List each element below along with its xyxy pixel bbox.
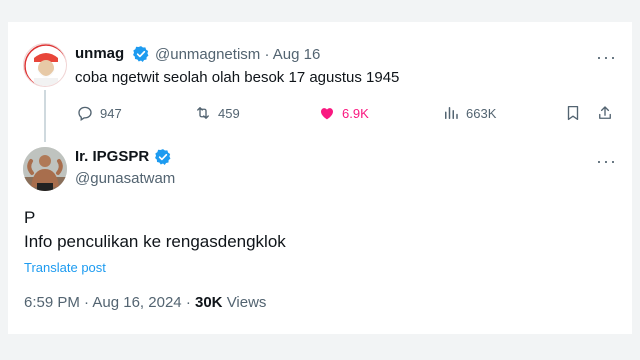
reply-avatar[interactable] bbox=[23, 147, 67, 191]
reply-button[interactable]: 947 bbox=[76, 104, 122, 122]
reply-avatar-image bbox=[23, 147, 67, 191]
parent-name[interactable]: unmag bbox=[75, 45, 124, 62]
share-button[interactable] bbox=[596, 104, 614, 122]
parent-avatar-image bbox=[24, 44, 66, 86]
separator-dot: · bbox=[185, 294, 191, 311]
tweet-card: unmag @unmagnetism · Aug 16 ··· coba nge… bbox=[8, 22, 632, 334]
views-count-bold: 30K bbox=[194, 294, 223, 311]
post-date[interactable]: Aug 16, 2024 bbox=[92, 294, 181, 311]
views-button[interactable]: 663K bbox=[442, 104, 496, 122]
like-count: 6.9K bbox=[342, 105, 369, 121]
views-icon bbox=[445, 107, 458, 119]
post-time[interactable]: 6:59 PM bbox=[24, 294, 80, 311]
translate-link[interactable]: Translate post bbox=[24, 260, 106, 275]
frame-top bbox=[0, 0, 640, 22]
reply-text-line1: P bbox=[24, 208, 36, 227]
views-count: 663K bbox=[466, 105, 497, 121]
reply-count: 947 bbox=[100, 105, 122, 121]
parent-date[interactable]: Aug 16 bbox=[273, 46, 321, 63]
parent-avatar[interactable] bbox=[23, 43, 67, 87]
more-icon[interactable]: ··· bbox=[596, 48, 617, 66]
reply-icon bbox=[78, 106, 92, 122]
frame-right bbox=[632, 0, 640, 360]
bookmark-button[interactable] bbox=[564, 104, 582, 122]
bookmark-icon bbox=[567, 105, 579, 121]
separator-dot: · bbox=[84, 294, 90, 311]
verified-icon bbox=[155, 149, 171, 166]
parent-handle[interactable]: @unmagnetism bbox=[155, 46, 260, 63]
parent-text: coba ngetwit seolah olah besok 17 agustu… bbox=[75, 69, 400, 86]
tweet-meta: 6:59 PM · Aug 16, 2024 · 30K Views bbox=[24, 294, 266, 311]
verified-icon bbox=[133, 46, 149, 63]
separator-dot: · bbox=[264, 46, 270, 63]
like-button[interactable]: 6.9K bbox=[318, 104, 369, 122]
more-icon[interactable]: ··· bbox=[596, 152, 617, 170]
reply-text-line2: Info penculikan ke rengasdengklok bbox=[24, 232, 286, 251]
frame-bottom bbox=[0, 334, 640, 360]
retweet-icon bbox=[197, 107, 209, 119]
retweet-button[interactable]: 459 bbox=[194, 104, 240, 122]
views-label: Views bbox=[226, 294, 267, 311]
share-icon bbox=[599, 106, 611, 119]
thread-line bbox=[44, 90, 46, 142]
retweet-count: 459 bbox=[218, 105, 240, 121]
parent-actions: 947 459 6.9K 663K bbox=[76, 104, 616, 126]
like-icon bbox=[321, 108, 333, 120]
frame-left bbox=[0, 0, 8, 360]
reply-handle[interactable]: @gunasatwam bbox=[75, 170, 175, 187]
reply-name[interactable]: Ir. IPGSPR bbox=[75, 148, 149, 165]
